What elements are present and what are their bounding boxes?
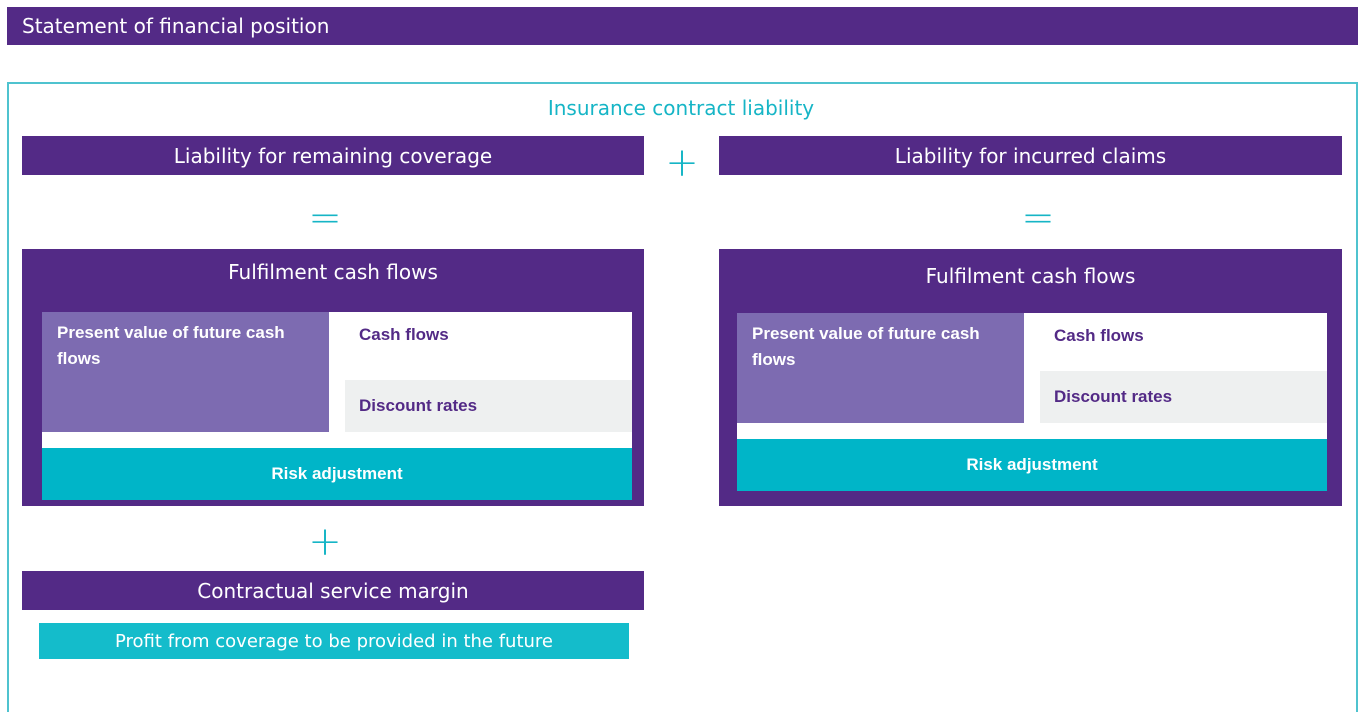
csm-profit-label: Profit from coverage to be provided in t… <box>114 630 553 652</box>
left-risk-adjustment-label: Risk adjustment <box>271 464 403 483</box>
right-discount-rates-label: Discount rates <box>1054 387 1173 406</box>
right-discount-rates: Discount rates <box>1040 371 1327 423</box>
right-fulfilment-title: Fulfilment cash flows <box>925 264 1136 288</box>
csm-label: Contractual service margin <box>197 578 469 603</box>
diagram-title: Insurance contract liability <box>547 96 815 120</box>
lic-bar: Liability for incurred claims <box>719 136 1342 175</box>
header-bar: Statement of financial position <box>7 7 1358 45</box>
left-cash-flows-label: Cash flows <box>359 325 449 344</box>
left-discount-rates: Discount rates <box>345 380 632 432</box>
lrc-label: Liability for remaining coverage <box>173 143 493 168</box>
left-risk-adjustment: Risk adjustment <box>42 448 632 500</box>
left-discount-rates-label: Discount rates <box>359 396 478 415</box>
plus-icon: + <box>308 519 342 565</box>
right-risk-adjustment: Risk adjustment <box>737 439 1327 491</box>
left-cash-flows: Cash flows <box>345 318 632 352</box>
lrc-bar: Liability for remaining coverage <box>22 136 644 175</box>
left-pv-label: Present value of future cash flows <box>57 323 285 368</box>
csm-bar: Contractual service margin <box>22 571 644 610</box>
right-risk-adjustment-label: Risk adjustment <box>966 455 1098 474</box>
equals-icon: = <box>1021 195 1055 241</box>
right-cash-flows: Cash flows <box>1040 319 1327 353</box>
csm-profit-bar: Profit from coverage to be provided in t… <box>39 623 629 659</box>
left-pv-box: Present value of future cash flows <box>42 312 329 432</box>
right-pv-box: Present value of future cash flows <box>737 313 1024 423</box>
plus-icon: + <box>665 140 699 186</box>
header-title: Statement of financial position <box>22 14 330 38</box>
lic-label: Liability for incurred claims <box>894 143 1167 168</box>
right-cash-flows-label: Cash flows <box>1054 326 1144 345</box>
equals-icon: = <box>308 195 342 241</box>
right-pv-label: Present value of future cash flows <box>752 324 980 369</box>
left-fulfilment-title: Fulfilment cash flows <box>228 260 438 284</box>
